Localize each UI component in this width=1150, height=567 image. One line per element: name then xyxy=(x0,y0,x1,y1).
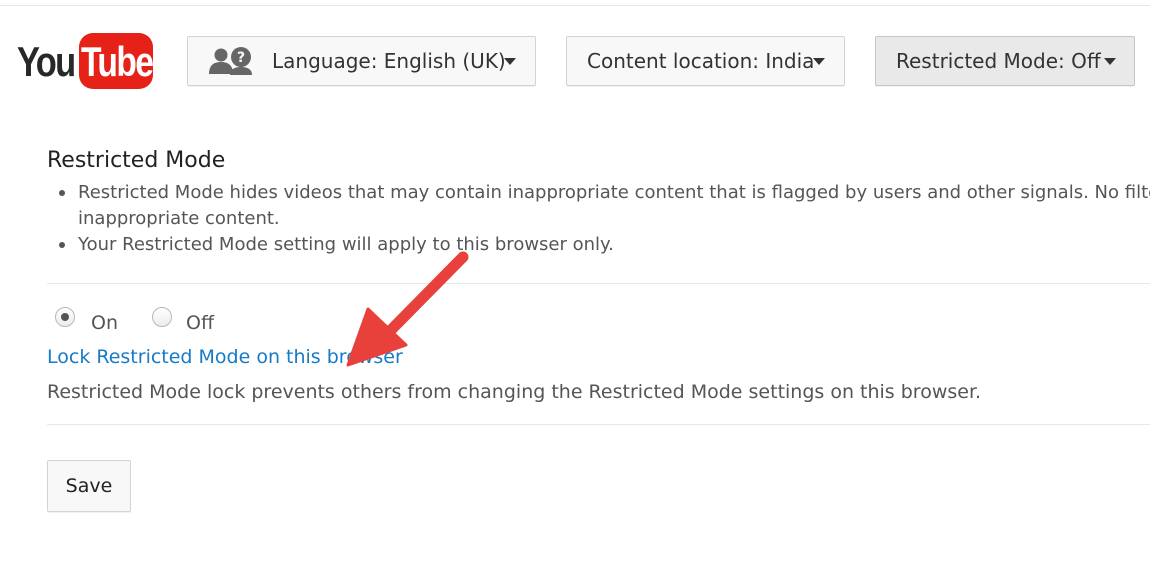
language-picker-button[interactable]: ? Language: English (UK) xyxy=(187,36,536,86)
language-picker-label: Language: English (UK) xyxy=(272,49,506,73)
lock-description: Restricted Mode lock prevents others fro… xyxy=(47,381,982,403)
restricted-mode-info-list: Restricted Mode hides videos that may co… xyxy=(57,180,1150,258)
lock-restricted-mode-link[interactable]: Lock Restricted Mode on this browser xyxy=(47,346,403,368)
location-picker-label: Content location: India xyxy=(587,49,815,73)
restricted-mode-picker-button[interactable]: Restricted Mode: Off xyxy=(875,36,1135,86)
top-divider xyxy=(0,5,1150,6)
info-bullet-text: Restricted Mode hides videos that may co… xyxy=(78,182,1150,203)
logo-you-text: You xyxy=(17,38,76,85)
section-divider xyxy=(47,424,1150,425)
chevron-down-icon xyxy=(1104,58,1116,65)
location-picker-button[interactable]: Content location: India xyxy=(566,36,845,86)
logo-tube-text: Tube xyxy=(81,38,154,85)
section-divider xyxy=(47,283,1150,284)
save-button[interactable]: Save xyxy=(47,460,131,512)
info-bullet: Restricted Mode hides videos that may co… xyxy=(57,180,1150,206)
youtube-logo[interactable]: You Tube xyxy=(17,33,154,91)
chevron-down-icon xyxy=(813,58,825,65)
radio-off-label[interactable]: Off xyxy=(186,312,214,334)
bullet-dot xyxy=(59,242,65,248)
svg-text:?: ? xyxy=(237,50,245,66)
info-bullet-text: inappropriate content. xyxy=(78,208,280,229)
radio-on-label[interactable]: On xyxy=(91,312,118,334)
chevron-down-icon xyxy=(504,58,516,65)
info-bullet: Your Restricted Mode setting will apply … xyxy=(57,232,1150,258)
info-bullet-text: Your Restricted Mode setting will apply … xyxy=(78,234,614,255)
info-bullet-continuation: inappropriate content. xyxy=(57,206,1150,232)
radio-on[interactable] xyxy=(55,307,75,327)
restricted-mode-picker-label: Restricted Mode: Off xyxy=(896,49,1101,73)
bullet-dot xyxy=(59,190,65,196)
people-help-icon: ? xyxy=(208,46,256,81)
restricted-mode-title: Restricted Mode xyxy=(47,148,226,173)
radio-off[interactable] xyxy=(152,307,172,327)
